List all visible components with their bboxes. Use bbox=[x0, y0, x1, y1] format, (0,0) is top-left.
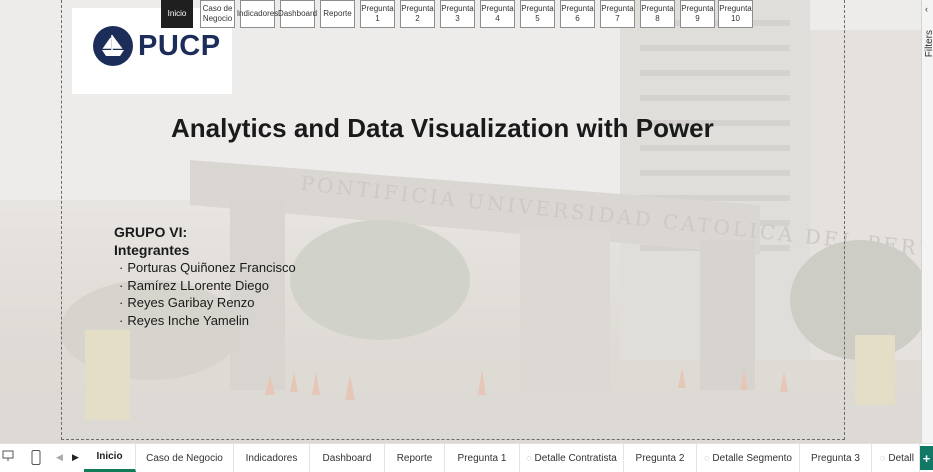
chevron-left-icon[interactable]: ‹ bbox=[925, 4, 928, 14]
tab-label: Detall bbox=[888, 452, 914, 464]
tab-inicio[interactable]: Inicio bbox=[84, 444, 136, 472]
nav-button-inicio[interactable]: Inicio bbox=[161, 0, 193, 28]
nav-button-indicadores[interactable]: Indicadores bbox=[237, 0, 278, 28]
nav-button-pregunta-7[interactable]: Pregunta 7 bbox=[600, 0, 635, 28]
nav-button-pregunta-5[interactable]: Pregunta 5 bbox=[520, 0, 555, 28]
member-item: Reyes Garibay Renzo bbox=[119, 294, 296, 312]
tab-detalle-partial[interactable]: ◌ Detall bbox=[872, 444, 920, 472]
nav-button-pregunta-3[interactable]: Pregunta 3 bbox=[440, 0, 475, 28]
member-item: Porturas Quiñonez Francisco bbox=[119, 259, 295, 277]
filters-pane-label[interactable]: Filters bbox=[924, 30, 933, 57]
tab-label: Pregunta 1 bbox=[457, 452, 507, 464]
tab-label: Inicio bbox=[96, 451, 123, 462]
tab-label: Pregunta 2 bbox=[635, 452, 685, 464]
tab-label: Dashboard bbox=[322, 452, 372, 464]
nav-button-pregunta-2[interactable]: Pregunta 2 bbox=[400, 0, 435, 28]
hidden-page-icon: ◌ bbox=[880, 453, 886, 463]
tab-detalle-contratista[interactable]: ◌ Detalle Contratista bbox=[520, 444, 624, 472]
report-title: Analytics and Data Visualization with Po… bbox=[171, 113, 714, 143]
nav-button-pregunta-1[interactable]: Pregunta 1 bbox=[360, 0, 395, 28]
member-item: Ramírez LLorente Diego bbox=[119, 277, 296, 295]
members-heading: Integrantes bbox=[114, 242, 190, 258]
add-page-button[interactable]: + bbox=[920, 446, 933, 470]
nav-button-pregunta-4[interactable]: Pregunta 4 bbox=[480, 0, 515, 28]
tab-indicadores[interactable]: Indicadores bbox=[234, 444, 310, 472]
nav-button-pregunta-10[interactable]: Pregunta 10 bbox=[718, 0, 753, 28]
hidden-page-icon: ◌ bbox=[704, 453, 710, 463]
group-heading: GRUPO VI: bbox=[114, 224, 188, 240]
prev-page-icon[interactable]: ◀ bbox=[56, 452, 63, 463]
hidden-page-icon: ◌ bbox=[526, 453, 532, 463]
nav-button-reporte[interactable]: Reporte bbox=[320, 0, 355, 28]
nav-button-dashboard[interactable]: Dashboard bbox=[278, 0, 317, 28]
ship-shield-icon bbox=[93, 26, 133, 66]
nav-button-caso-de-negocio[interactable]: Caso de Negocio bbox=[200, 0, 235, 28]
tab-pregunta-3[interactable]: Pregunta 3 bbox=[800, 444, 872, 472]
tab-pregunta-2[interactable]: Pregunta 2 bbox=[624, 444, 697, 472]
tab-detalle-segmento[interactable]: ◌ Detalle Segmento bbox=[697, 444, 800, 472]
tab-reporte[interactable]: Reporte bbox=[385, 444, 445, 472]
members-list: Porturas Quiñonez Francisco Ramírez LLor… bbox=[119, 259, 296, 330]
page-tabs-bar: ◀ ▶ Inicio Caso de Negocio Indicadores D… bbox=[0, 443, 933, 472]
next-page-icon[interactable]: ▶ bbox=[72, 452, 79, 463]
tab-label: Detalle Contratista bbox=[534, 452, 617, 464]
tab-pregunta-1[interactable]: Pregunta 1 bbox=[445, 444, 520, 472]
mobile-view-icon[interactable] bbox=[31, 450, 41, 468]
tab-label: Detalle Segmento bbox=[712, 452, 792, 464]
tab-label: Caso de Negocio bbox=[146, 452, 223, 464]
logo-wordmark: PUCP bbox=[138, 30, 221, 62]
member-item: Reyes Inche Yamelin bbox=[119, 312, 296, 330]
tab-dashboard[interactable]: Dashboard bbox=[310, 444, 385, 472]
tab-label: Pregunta 3 bbox=[811, 452, 860, 464]
nav-button-pregunta-6[interactable]: Pregunta 6 bbox=[560, 0, 595, 28]
tab-label: Reporte bbox=[396, 452, 433, 464]
tab-label: Indicadores bbox=[245, 452, 298, 464]
filters-pane[interactable] bbox=[921, 0, 933, 443]
desktop-view-icon[interactable] bbox=[2, 450, 14, 465]
tab-caso-de-negocio[interactable]: Caso de Negocio bbox=[136, 444, 234, 472]
nav-button-pregunta-9[interactable]: Pregunta 9 bbox=[680, 0, 715, 28]
nav-button-pregunta-8[interactable]: Pregunta 8 bbox=[640, 0, 675, 28]
